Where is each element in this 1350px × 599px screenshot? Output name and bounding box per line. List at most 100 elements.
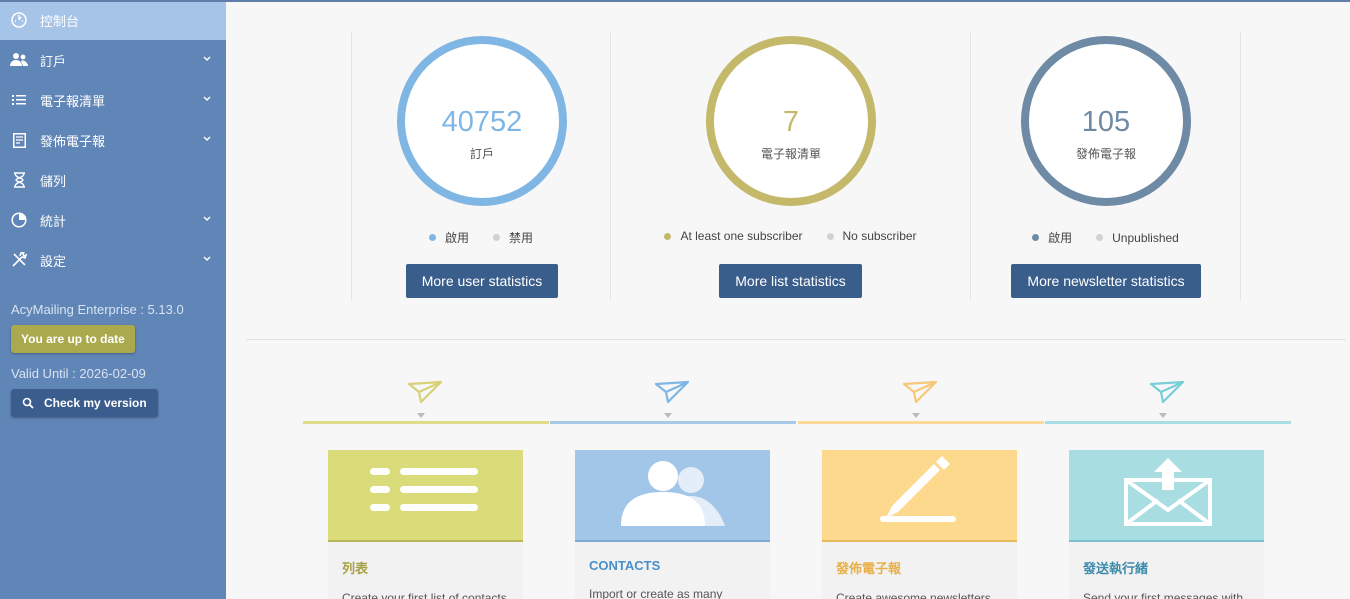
legend-item: No subscriber bbox=[826, 229, 917, 243]
legend-label: Unpublished bbox=[1112, 230, 1179, 245]
legend-label: No subscriber bbox=[842, 229, 917, 243]
step-arrow bbox=[417, 413, 425, 418]
card-header bbox=[1069, 450, 1264, 542]
pencil-icon bbox=[880, 456, 956, 522]
step-newsletters bbox=[798, 376, 1044, 424]
hourglass-icon bbox=[10, 171, 28, 189]
sidebar-item-label: 設定 bbox=[40, 253, 67, 269]
legend-item: At least one subscriber bbox=[664, 229, 803, 243]
step-bar bbox=[550, 421, 796, 424]
step-bar bbox=[1045, 421, 1291, 424]
sidebar-item-label: 儲列 bbox=[40, 173, 67, 189]
newsletters-legend: 啟用 Unpublished bbox=[971, 229, 1240, 246]
card-header bbox=[575, 450, 770, 542]
card-contacts[interactable]: CONTACTS Import or create as many bbox=[575, 450, 770, 599]
check-version-button[interactable]: Check my version bbox=[11, 389, 158, 417]
tools-icon bbox=[10, 251, 28, 269]
top-border bbox=[0, 0, 1350, 2]
chevron-down-icon bbox=[203, 216, 211, 221]
legend-item: Unpublished bbox=[1096, 229, 1179, 246]
step-bar bbox=[798, 421, 1044, 424]
users-icon bbox=[10, 51, 28, 69]
legend-dot bbox=[428, 234, 436, 241]
newsletters-circle: 105 發佈電子報 bbox=[1021, 36, 1191, 206]
newsletter-icon bbox=[10, 131, 28, 149]
sidebar: 控制台 訂戶 電子報清單 發佈電子報 儲列 統計 設定 AcyMailing E… bbox=[0, 0, 226, 599]
card-description: Create your first list of contacts bbox=[342, 591, 507, 599]
paper-plane-icon bbox=[1149, 380, 1185, 404]
more-list-statistics-button[interactable]: More list statistics bbox=[719, 264, 862, 298]
envelope-icon bbox=[1124, 458, 1212, 526]
contacts-icon bbox=[621, 461, 725, 526]
chevron-down-icon bbox=[203, 256, 211, 261]
legend-item: 啟用 bbox=[428, 229, 469, 246]
card-title: 列表 bbox=[342, 561, 369, 576]
lists-circle: 7 電子報清單 bbox=[706, 36, 876, 206]
list-icon bbox=[10, 91, 28, 109]
legend-dot bbox=[826, 232, 834, 240]
legend-label: 啟用 bbox=[444, 231, 469, 245]
sidebar-item-label: 統計 bbox=[40, 213, 67, 229]
lists-label: 電子報清單 bbox=[760, 147, 821, 161]
subscribers-count: 40752 bbox=[441, 106, 523, 138]
legend-dot bbox=[493, 234, 500, 241]
step-arrow bbox=[1159, 413, 1167, 418]
card-description: Import or create as many bbox=[589, 587, 723, 599]
card-title: CONTACTS bbox=[589, 558, 661, 573]
section-divider bbox=[246, 339, 1346, 340]
paper-plane-icon bbox=[654, 380, 690, 404]
newsletters-count: 105 bbox=[1081, 106, 1131, 138]
sidebar-item-queue[interactable]: 儲列 bbox=[0, 160, 226, 200]
card-underline bbox=[1069, 540, 1264, 542]
dashboard-icon bbox=[10, 11, 28, 29]
step-contacts bbox=[550, 376, 796, 424]
subscribers-label: 訂戶 bbox=[469, 147, 494, 161]
legend-item: 啟用 bbox=[1032, 229, 1072, 246]
step-arrow bbox=[664, 413, 672, 418]
paper-plane-icon bbox=[407, 380, 443, 404]
step-arrow bbox=[912, 413, 920, 418]
card-newsletters[interactable]: 發佈電子報 Create awesome newsletters bbox=[822, 450, 1017, 599]
check-version-label: Check my version bbox=[44, 396, 147, 410]
sidebar-item-newsletters[interactable]: 發佈電子報 bbox=[0, 120, 226, 160]
valid-until-text: Valid Until : 2026-02-09 bbox=[11, 366, 146, 381]
up-to-date-button[interactable]: You are up to date bbox=[11, 325, 135, 353]
more-newsletter-statistics-button[interactable]: More newsletter statistics bbox=[1011, 264, 1201, 298]
version-text: AcyMailing Enterprise : 5.13.0 bbox=[11, 302, 184, 317]
card-underline bbox=[822, 540, 1017, 542]
sidebar-item-dashboard[interactable]: 控制台 bbox=[0, 0, 226, 40]
pie-chart-icon bbox=[10, 211, 28, 229]
card-title: 發佈電子報 bbox=[836, 561, 902, 576]
paper-plane-icon bbox=[902, 380, 938, 404]
subscribers-stat: 40752 訂戶 啟用 禁用 More user statistics bbox=[351, 32, 610, 300]
card-underline bbox=[328, 540, 523, 542]
card-title: 發送執行緒 bbox=[1083, 561, 1149, 576]
legend-label: 啟用 bbox=[1048, 231, 1073, 245]
legend-dot bbox=[1096, 234, 1104, 241]
card-header bbox=[822, 450, 1017, 542]
subscribers-circle: 40752 訂戶 bbox=[397, 36, 567, 206]
card-header bbox=[328, 450, 523, 542]
chevron-down-icon bbox=[203, 96, 211, 101]
newsletters-label: 發佈電子報 bbox=[1075, 147, 1136, 161]
sidebar-item-subscribers[interactable]: 訂戶 bbox=[0, 40, 226, 80]
list-lines-icon bbox=[370, 468, 478, 511]
dashboard-main: 40752 訂戶 啟用 禁用 More user statistics 7 電子… bbox=[226, 0, 1350, 599]
search-icon bbox=[22, 397, 34, 409]
legend-label: 禁用 bbox=[509, 231, 534, 245]
step-send bbox=[1045, 376, 1291, 424]
sidebar-item-settings[interactable]: 設定 bbox=[0, 240, 226, 280]
lists-stat: 7 電子報清單 At least one subscriber No subsc… bbox=[610, 32, 970, 300]
legend-label: At least one subscriber bbox=[680, 229, 803, 243]
more-user-statistics-button[interactable]: More user statistics bbox=[406, 264, 558, 298]
lists-count: 7 bbox=[782, 106, 800, 138]
lists-legend: At least one subscriber No subscriber bbox=[611, 229, 970, 243]
newsletters-stat: 105 發佈電子報 啟用 Unpublished More newsletter… bbox=[970, 32, 1241, 300]
legend-item: 禁用 bbox=[493, 229, 533, 246]
legend-dot bbox=[1032, 234, 1040, 241]
card-lists[interactable]: 列表 Create your first list of contacts bbox=[328, 450, 523, 599]
sidebar-item-statistics[interactable]: 統計 bbox=[0, 200, 226, 240]
sidebar-item-lists[interactable]: 電子報清單 bbox=[0, 80, 226, 120]
card-send[interactable]: 發送執行緒 Send your first messages with bbox=[1069, 450, 1264, 599]
chevron-down-icon bbox=[203, 56, 211, 61]
